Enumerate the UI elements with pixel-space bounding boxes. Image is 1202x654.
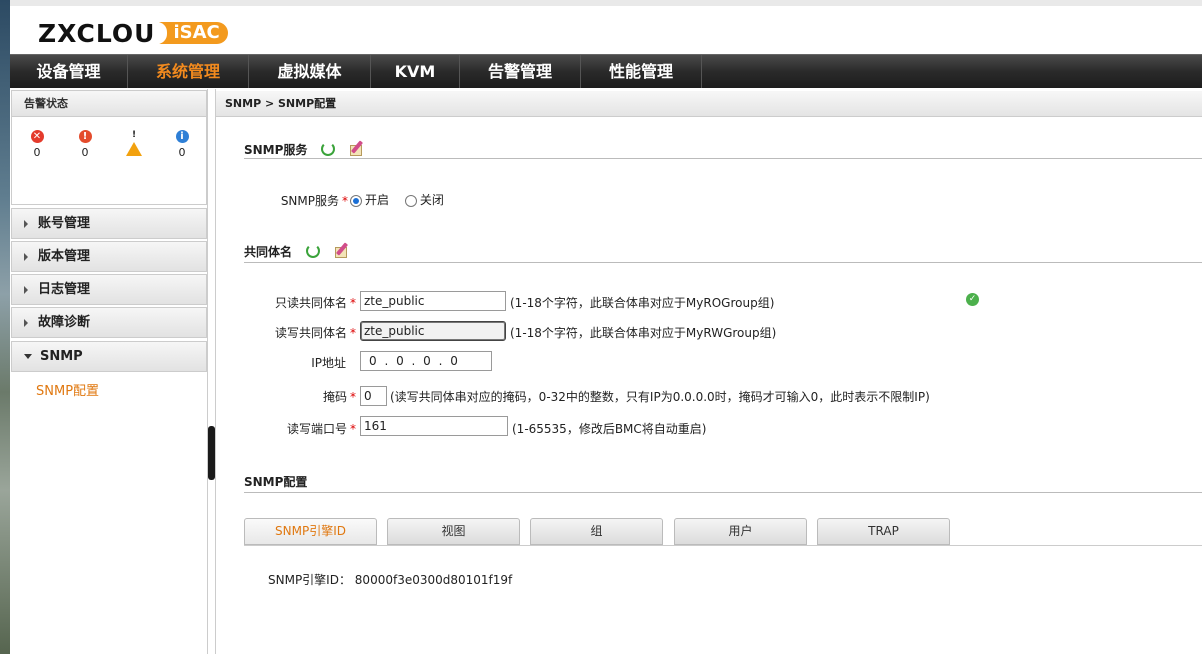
alarm-status-title: 告警状态 (12, 91, 206, 117)
section-divider (244, 262, 1202, 263)
nav-item-device-management[interactable]: 设备管理 (10, 55, 128, 88)
nav-item-system-management[interactable]: 系统管理 (128, 55, 249, 88)
snmp-service-radio-group: 开启 关闭 (350, 191, 444, 208)
refresh-icon[interactable] (321, 142, 336, 156)
sidebar-item-label: 账号管理 (38, 216, 91, 231)
tab-trap[interactable]: TRAP (817, 518, 950, 545)
logo-text: ZXCLOU (38, 18, 156, 48)
refresh-icon[interactable] (306, 244, 321, 258)
major-alarm-count: 0 (81, 146, 89, 159)
community-section-header: 共同体名 (244, 239, 350, 263)
readonly-community-input[interactable]: zte_public (360, 291, 506, 311)
critical-alarm-count: 0 (33, 146, 41, 159)
alarm-info[interactable]: i 0 (170, 128, 194, 159)
alarm-critical[interactable]: ✕ 0 (25, 128, 49, 159)
nav-item-performance-management[interactable]: 性能管理 (581, 55, 702, 88)
snmp-service-section-title: SNMP服务 (244, 142, 308, 157)
alarm-status-panel: 告警状态 ✕ 0 ! 0 ! 0 i 0 (11, 90, 207, 205)
readonly-community-hint: (1-18个字符，此联合体串对应于MyROGroup组) (510, 296, 775, 310)
logo: ZXCLOU iSAC (38, 18, 228, 48)
readwrite-community-label: 读写共同体名 * (274, 326, 356, 340)
snmp-config-tabs: SNMP引擎ID 视图 组 用户 TRAP (244, 518, 1202, 546)
sidebar-item-label: 日志管理 (38, 282, 91, 297)
snmp-service-on-radio[interactable] (350, 194, 362, 207)
snmp-config-section-header: SNMP配置 (244, 469, 307, 493)
port-input[interactable]: 161 (360, 416, 508, 436)
sidebar-item-version-management[interactable]: 版本管理 (11, 241, 207, 272)
sidebar-collapse-handle[interactable] (208, 426, 215, 480)
ip-address-label: IP地址 (311, 356, 346, 370)
breadcrumb: SNMP > SNMP配置 (216, 91, 1202, 117)
alarm-minor[interactable]: ! 0 (122, 128, 146, 158)
info-alarm-count: 0 (178, 146, 186, 159)
edit-icon[interactable] (334, 242, 350, 259)
tab-snmp-engine-id[interactable]: SNMP引擎ID (244, 518, 377, 545)
sidebar-item-log-management[interactable]: 日志管理 (11, 274, 207, 305)
header-top-line (10, 0, 1202, 6)
logo-mark-text: iSAC (173, 22, 220, 43)
snmp-service-on-label: 开启 (365, 193, 390, 207)
readonly-community-label: 只读共同体名 * (274, 296, 356, 310)
critical-alarm-icon: ✕ (30, 130, 44, 143)
sidebar-item-snmp[interactable]: SNMP (11, 341, 207, 372)
alarm-major[interactable]: ! 0 (73, 128, 97, 159)
snmp-engine-id-row: SNMP引擎ID： 80000f3e0300d80101f19f (268, 571, 512, 588)
check-ok-icon: ✓ (966, 293, 979, 306)
logo-mark: iSAC (157, 22, 228, 44)
minor-alarm-icon: ! (126, 128, 142, 156)
nav-item-alarm-management[interactable]: 告警管理 (460, 55, 581, 88)
port-hint: (1-65535，修改后BMC将自动重启) (512, 422, 707, 436)
tab-view[interactable]: 视图 (387, 518, 520, 545)
chevron-right-icon (24, 219, 28, 228)
edit-icon[interactable] (349, 140, 365, 157)
sidebar-item-label: SNMP (40, 349, 83, 364)
desktop-background-strip (0, 0, 10, 654)
chevron-down-icon (24, 354, 32, 359)
alarm-counts: ✕ 0 ! 0 ! 0 i 0 (12, 128, 206, 162)
port-label: 读写端口号 * (286, 422, 356, 436)
snmp-service-off-radio[interactable] (404, 194, 417, 207)
mask-hint: (读写共同体串对应的掩码，0-32中的整数，只有IP为0.0.0.0时，掩码才可… (390, 390, 930, 404)
chevron-right-icon (24, 252, 28, 261)
main-navbar: 设备管理 系统管理 虚拟媒体 KVM 告警管理 性能管理 (10, 54, 1202, 88)
snmp-service-label: SNMP服务 * (280, 194, 348, 208)
readwrite-community-input[interactable]: zte_public (360, 321, 506, 341)
main-content: SNMP > SNMP配置 SNMP服务 SNMP服务 * 开启 关闭 共同体名 … (215, 89, 1202, 654)
section-divider (244, 158, 1202, 159)
info-alarm-icon: i (175, 130, 189, 143)
tab-group[interactable]: 组 (530, 518, 663, 545)
tab-user[interactable]: 用户 (674, 518, 807, 545)
chevron-right-icon (24, 285, 28, 294)
snmp-service-off-label: 关闭 (419, 193, 444, 207)
readwrite-community-hint: (1-18个字符，此联合体串对应于MyRWGroup组) (510, 326, 777, 340)
section-divider (244, 492, 1202, 493)
chevron-right-icon (24, 318, 28, 327)
sidebar-item-account-management[interactable]: 账号管理 (11, 208, 207, 239)
sidebar-item-fault-diagnosis[interactable]: 故障诊断 (11, 307, 207, 338)
snmp-engine-id-value: 80000f3e0300d80101f19f (354, 573, 513, 587)
community-section-title: 共同体名 (244, 244, 293, 259)
nav-item-virtual-media[interactable]: 虚拟媒体 (249, 55, 371, 88)
snmp-engine-id-label: SNMP引擎ID： (268, 573, 351, 587)
sidebar: 告警状态 ✕ 0 ! 0 ! 0 i 0 账号管理 版本管理 日志管理 故障诊断… (10, 89, 208, 654)
mask-input[interactable]: 0 (360, 386, 387, 406)
mask-label: 掩码 * (322, 390, 356, 404)
nav-item-kvm[interactable]: KVM (371, 55, 460, 88)
ip-address-input[interactable]: 0 . 0 . 0 . 0 (360, 351, 492, 371)
sidebar-item-label: 版本管理 (38, 249, 91, 264)
sidebar-subitem-snmp-config[interactable]: SNMP配置 (36, 380, 99, 399)
app-header: ZXCLOU iSAC (10, 0, 1202, 54)
major-alarm-icon: ! (78, 130, 92, 143)
snmp-config-section-title: SNMP配置 (244, 474, 308, 489)
sidebar-item-label: 故障诊断 (38, 315, 91, 330)
